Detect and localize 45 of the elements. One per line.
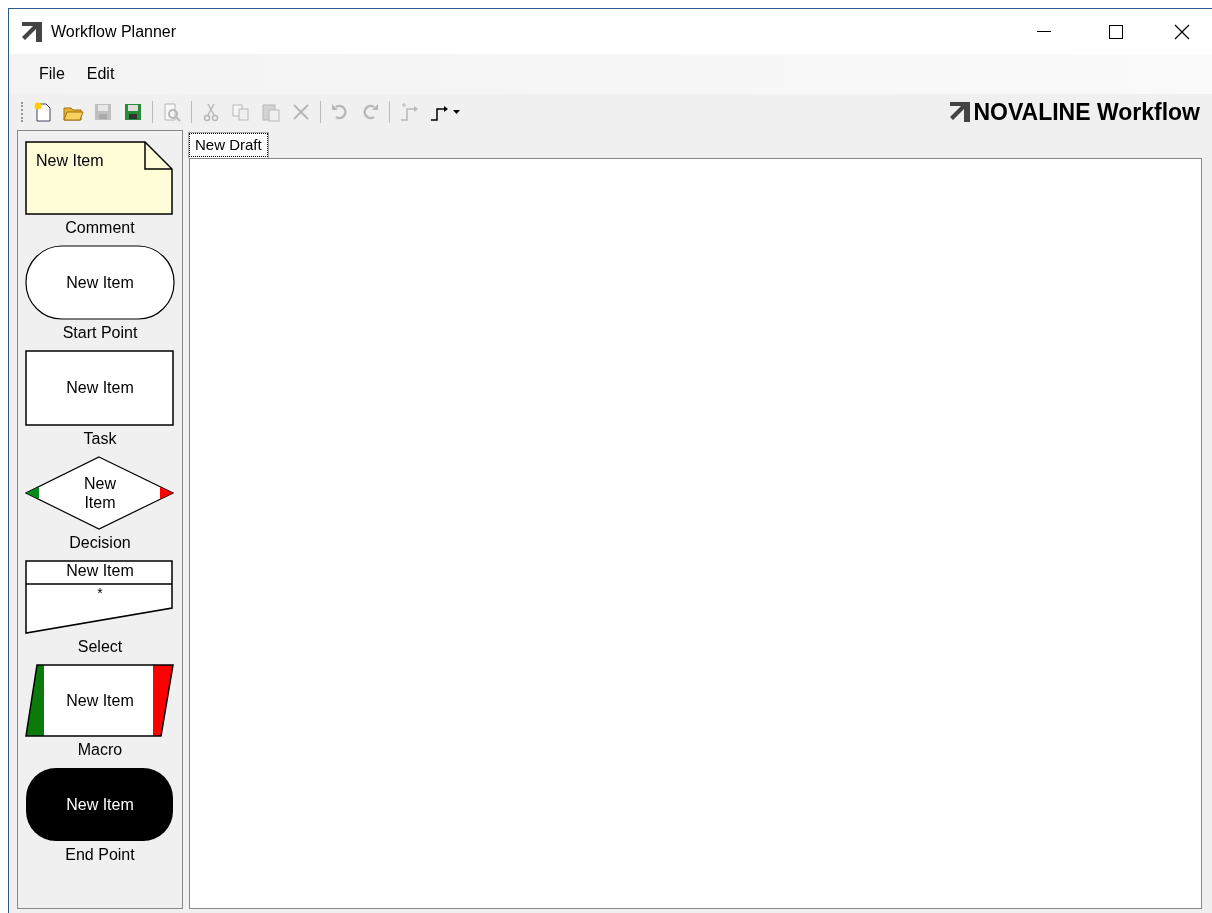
shape-subtext: * — [97, 584, 103, 603]
shape-label: Comment — [65, 218, 135, 238]
shape-label: End Point — [65, 845, 135, 865]
left-point-marker — [26, 487, 39, 499]
shape-text: New Item — [66, 378, 134, 398]
diamond-shape[interactable]: New Item — [25, 456, 175, 530]
shape-label: Select — [77, 637, 123, 657]
comment-note-shape[interactable]: New Item — [25, 141, 175, 215]
connector-plus-icon — [398, 101, 420, 123]
end-terminator-shape[interactable]: New Item — [25, 767, 175, 842]
select-shape[interactable]: New Item * — [25, 560, 175, 634]
app-logo-icon — [21, 20, 43, 43]
shape-text: New Item — [36, 151, 104, 171]
new-file-icon — [32, 101, 54, 123]
close-icon — [1174, 23, 1190, 40]
window-title: Workflow Planner — [51, 21, 177, 42]
shape-text: New Item — [66, 272, 134, 293]
shape-label: Macro — [77, 740, 123, 760]
brand-logo-icon — [949, 101, 972, 123]
dropdown-caret-icon — [453, 110, 460, 114]
left-edge-stripe — [26, 665, 44, 736]
folded-corner — [144, 141, 173, 170]
toolbar-grip[interactable] — [21, 102, 24, 122]
brand-name: NOVALINE Workflow — [973, 100, 1200, 124]
parallelogram-shape[interactable]: New Item — [25, 664, 175, 737]
menu-item[interactable]: Edit — [76, 62, 125, 86]
maximize-icon — [1109, 24, 1123, 39]
workflow-canvas[interactable] — [189, 158, 1202, 909]
menu-item[interactable]: File — [29, 62, 75, 86]
shape-text: New Item — [66, 561, 134, 581]
right-point-marker — [160, 487, 173, 499]
shape-label: Decision — [69, 533, 131, 553]
right-edge-stripe — [153, 665, 173, 736]
document-tab[interactable]: New Draft — [188, 132, 269, 158]
clipboard-icon — [260, 101, 282, 123]
magnifier-page-icon — [161, 101, 183, 123]
minimize-icon — [1037, 30, 1051, 33]
shape-label: Task — [83, 429, 117, 449]
rectangle-shape[interactable]: New Item — [25, 350, 175, 426]
copy-icon — [230, 101, 252, 123]
shape-text: New Item — [84, 474, 116, 512]
shape-label: Start Point — [62, 323, 138, 343]
rounded-pill-shape[interactable]: New Item — [25, 245, 175, 320]
shape-text: New Item — [66, 690, 134, 711]
shape-text: New Item — [66, 794, 134, 815]
